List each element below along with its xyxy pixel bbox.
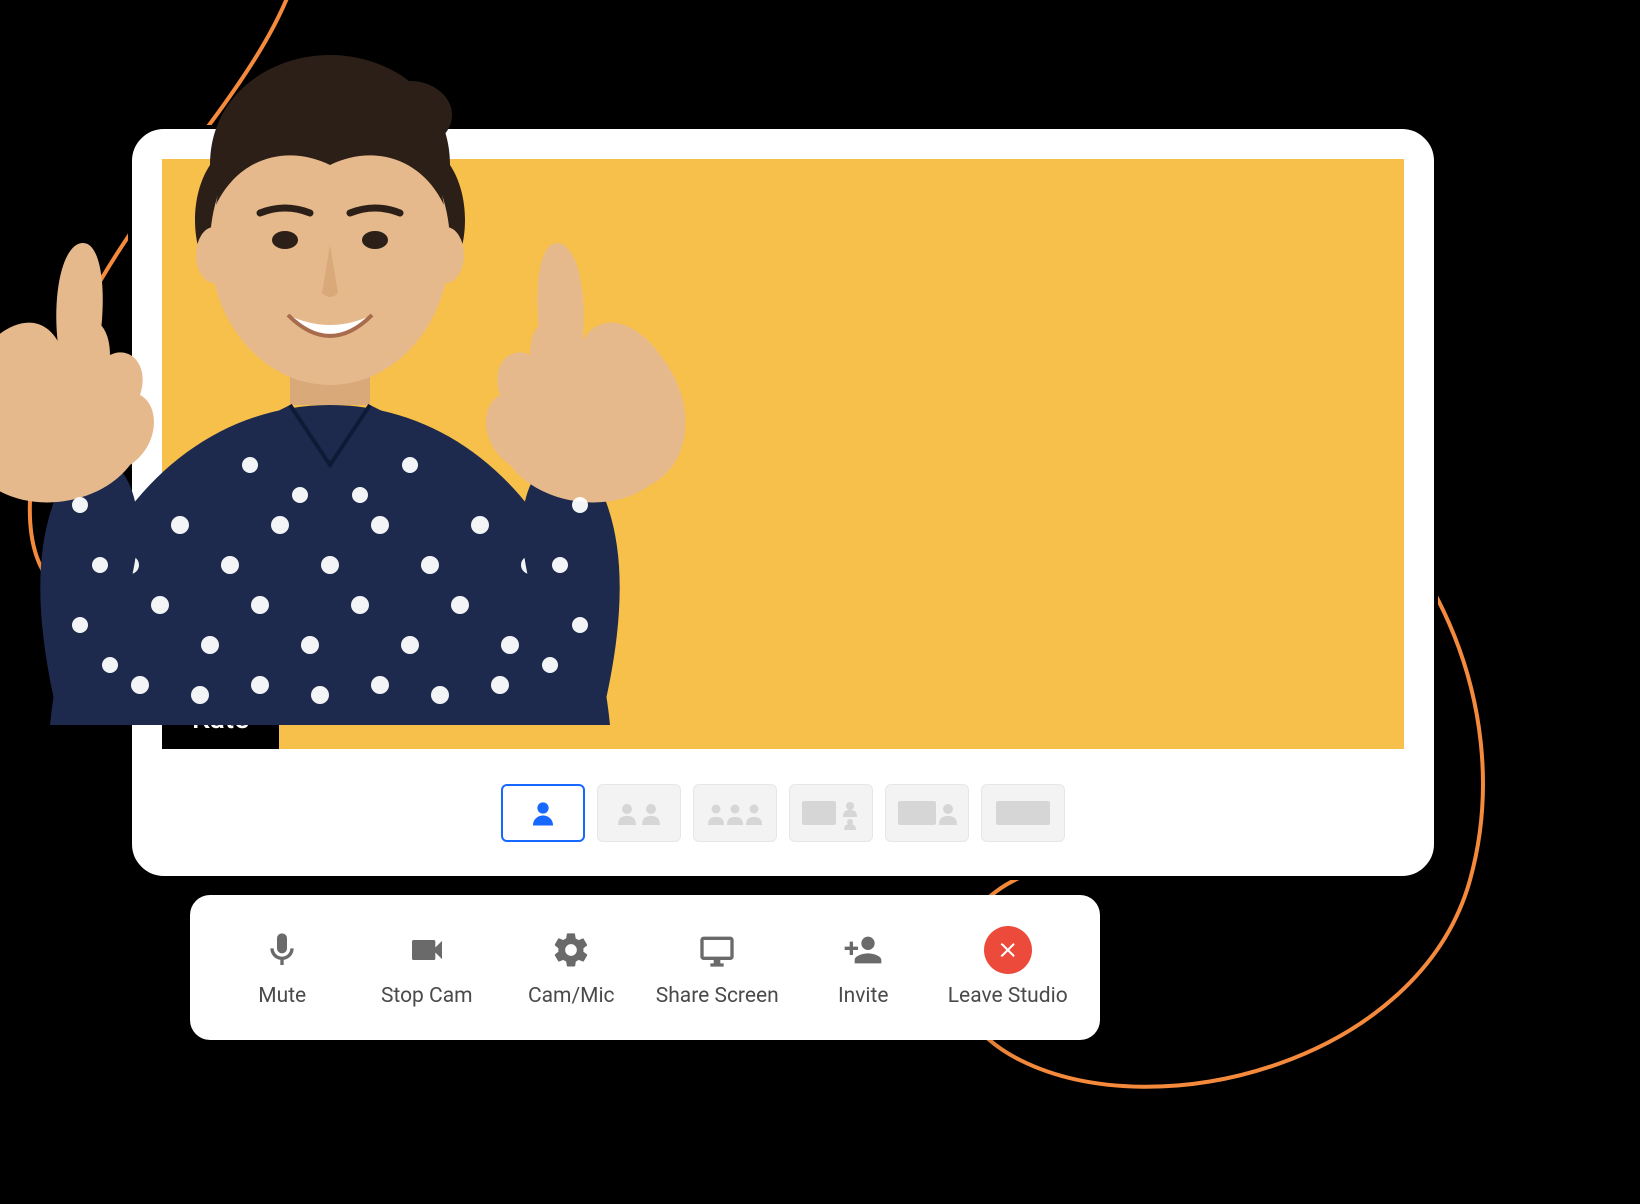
layout-two-up[interactable] — [597, 784, 681, 842]
invite-button[interactable]: Invite — [803, 928, 923, 1008]
close-icon — [984, 926, 1032, 974]
stop-cam-button[interactable]: Stop Cam — [367, 928, 487, 1008]
layout-main-two[interactable] — [789, 784, 873, 842]
add-user-icon — [843, 928, 883, 972]
stop-cam-label: Stop Cam — [381, 984, 473, 1008]
leave-label: Leave Studio — [948, 984, 1068, 1008]
gear-icon — [551, 928, 591, 972]
video-window: Kate — [128, 125, 1438, 880]
cam-mic-button[interactable]: Cam/Mic — [511, 928, 631, 1008]
mute-label: Mute — [258, 984, 306, 1008]
layout-single[interactable] — [501, 784, 585, 842]
monitor-icon — [697, 928, 737, 972]
leave-studio-button[interactable]: Leave Studio — [948, 928, 1068, 1008]
participant-name: Kate — [192, 702, 249, 735]
microphone-icon — [262, 928, 302, 972]
share-screen-label: Share Screen — [656, 984, 779, 1008]
camera-icon — [407, 928, 447, 972]
mute-button[interactable]: Mute — [222, 928, 342, 1008]
participant-name-tag: Kate — [162, 688, 279, 749]
layout-main-one[interactable] — [885, 784, 969, 842]
layout-full[interactable] — [981, 784, 1065, 842]
layout-selector — [132, 784, 1434, 842]
invite-label: Invite — [838, 984, 889, 1008]
cam-mic-label: Cam/Mic — [528, 984, 615, 1008]
share-screen-button[interactable]: Share Screen — [656, 928, 779, 1008]
control-toolbar: Mute Stop Cam Cam/Mic Share Screen Invit — [190, 895, 1100, 1040]
video-feed: Kate — [162, 159, 1404, 749]
layout-three-up[interactable] — [693, 784, 777, 842]
